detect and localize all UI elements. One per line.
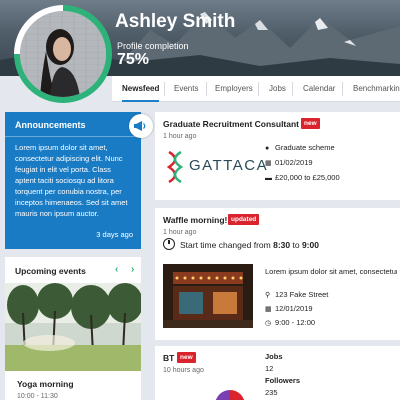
- profile-completion-ring: [14, 5, 112, 103]
- jobs-label: Jobs: [265, 352, 283, 361]
- event-time: 10:00 - 11:30: [17, 393, 58, 400]
- jobs-value: 12: [265, 364, 274, 373]
- status-badge: new: [177, 352, 196, 363]
- gattaca-logo-mark: [166, 150, 184, 184]
- detail-date-text: 12/01/2019: [275, 304, 313, 313]
- divider: [5, 136, 141, 137]
- status-badge: updated: [228, 214, 260, 225]
- profile-completion-label: Profile completion: [117, 41, 189, 51]
- event-image[interactable]: [163, 264, 253, 328]
- start-time-to-word: to: [292, 240, 300, 250]
- feed-item[interactable]: BT new 10 hours ago Jobs 12 Followers 23…: [155, 346, 400, 400]
- event-name[interactable]: Yoga morning: [17, 379, 74, 389]
- start-time-change: Start time changed from 8:30 to 9:00: [180, 240, 319, 250]
- upcoming-events-card: Upcoming events ‹ › Yoga morning 10:00 -…: [5, 257, 141, 400]
- money-icon: ▬: [265, 175, 272, 182]
- tab-divider: [342, 82, 343, 96]
- dot-icon: ●: [265, 145, 270, 152]
- detail-date: ▦ 01/02/2019: [265, 158, 313, 167]
- detail-scheme-text: Graduate scheme: [275, 143, 335, 152]
- detail-scheme: ● Graduate scheme: [265, 143, 335, 152]
- status-badge: new: [301, 118, 320, 129]
- detail-time-text: 9:00 - 12:00: [275, 318, 316, 327]
- feed-item-time: 1 hour ago: [163, 229, 197, 236]
- announcements-body: Lorem ipsum dolor sit amet, consectetur …: [15, 143, 128, 218]
- location-pin-icon: ⚲: [265, 292, 271, 299]
- feed-item-title[interactable]: Graduate Recruitment Consultant: [163, 119, 299, 129]
- tab-newsfeed[interactable]: Newsfeed: [122, 76, 160, 102]
- announcements-card: Announcements Lorem ipsum dolor sit amet…: [5, 112, 141, 249]
- chevron-left-icon[interactable]: ‹: [115, 264, 118, 275]
- megaphone-icon[interactable]: [129, 114, 153, 138]
- announcements-title: Announcements: [15, 120, 86, 130]
- clock-icon: [163, 238, 175, 250]
- announcements-date: 3 days ago: [96, 230, 133, 239]
- followers-value: 235: [265, 388, 278, 397]
- detail-salary-text: £20,000 to £25,000: [275, 173, 340, 182]
- detail-date: ▦ 12/01/2019: [265, 304, 313, 313]
- avatar[interactable]: [20, 11, 106, 97]
- tab-calendar[interactable]: Calendar: [303, 76, 335, 102]
- feed-item-title[interactable]: Waffle morning!: [163, 215, 227, 225]
- avatar-photo: [20, 11, 106, 97]
- feed-item-time: 1 hour ago: [163, 133, 197, 140]
- detail-time: ◷ 9:00 - 12:00: [265, 318, 315, 327]
- start-time-to: 9:00: [301, 240, 319, 250]
- tab-jobs[interactable]: Jobs: [269, 76, 286, 102]
- calendar-icon: ▦: [265, 306, 272, 313]
- tab-divider: [206, 82, 207, 96]
- tab-employers[interactable]: Employers: [215, 76, 253, 102]
- feed-item[interactable]: Waffle morning! updated 1 hour ago Start…: [155, 208, 400, 340]
- tab-benchmarking[interactable]: Benchmarking: [353, 76, 400, 102]
- feed-item[interactable]: Graduate Recruitment Consultant new 1 ho…: [155, 112, 400, 200]
- profile-name: Ashley Smith: [115, 11, 236, 32]
- tab-events[interactable]: Events: [174, 76, 198, 102]
- chevron-right-icon[interactable]: ›: [131, 264, 134, 275]
- main-tabs: Newsfeed Events Employers Jobs Calendar …: [112, 76, 400, 102]
- calendar-icon: ▦: [265, 160, 272, 167]
- profile-completion-value: 75%: [117, 51, 150, 68]
- bt-logo: [215, 390, 245, 400]
- detail-address-text: 123 Fake Street: [275, 290, 329, 299]
- start-time-from: 8:30: [273, 240, 291, 250]
- tab-divider: [164, 82, 165, 96]
- detail-salary: ▬ £20,000 to £25,000: [265, 173, 340, 182]
- start-time-prefix: Start time changed from: [180, 240, 271, 250]
- event-description: Lorem ipsum dolor sit amet, consectetur …: [265, 267, 397, 276]
- clock-icon: ◷: [265, 320, 272, 327]
- tab-divider: [292, 82, 293, 96]
- upcoming-events-title: Upcoming events: [15, 266, 86, 276]
- event-image[interactable]: [5, 283, 141, 371]
- employer-logo-text: GATTACA: [189, 157, 269, 174]
- tab-divider: [258, 82, 259, 96]
- feed-item-title[interactable]: BT: [163, 353, 174, 363]
- detail-address: ⚲ 123 Fake Street: [265, 290, 328, 299]
- feed-item-time: 10 hours ago: [163, 367, 204, 374]
- detail-date-text: 01/02/2019: [275, 158, 313, 167]
- followers-label: Followers: [265, 376, 301, 385]
